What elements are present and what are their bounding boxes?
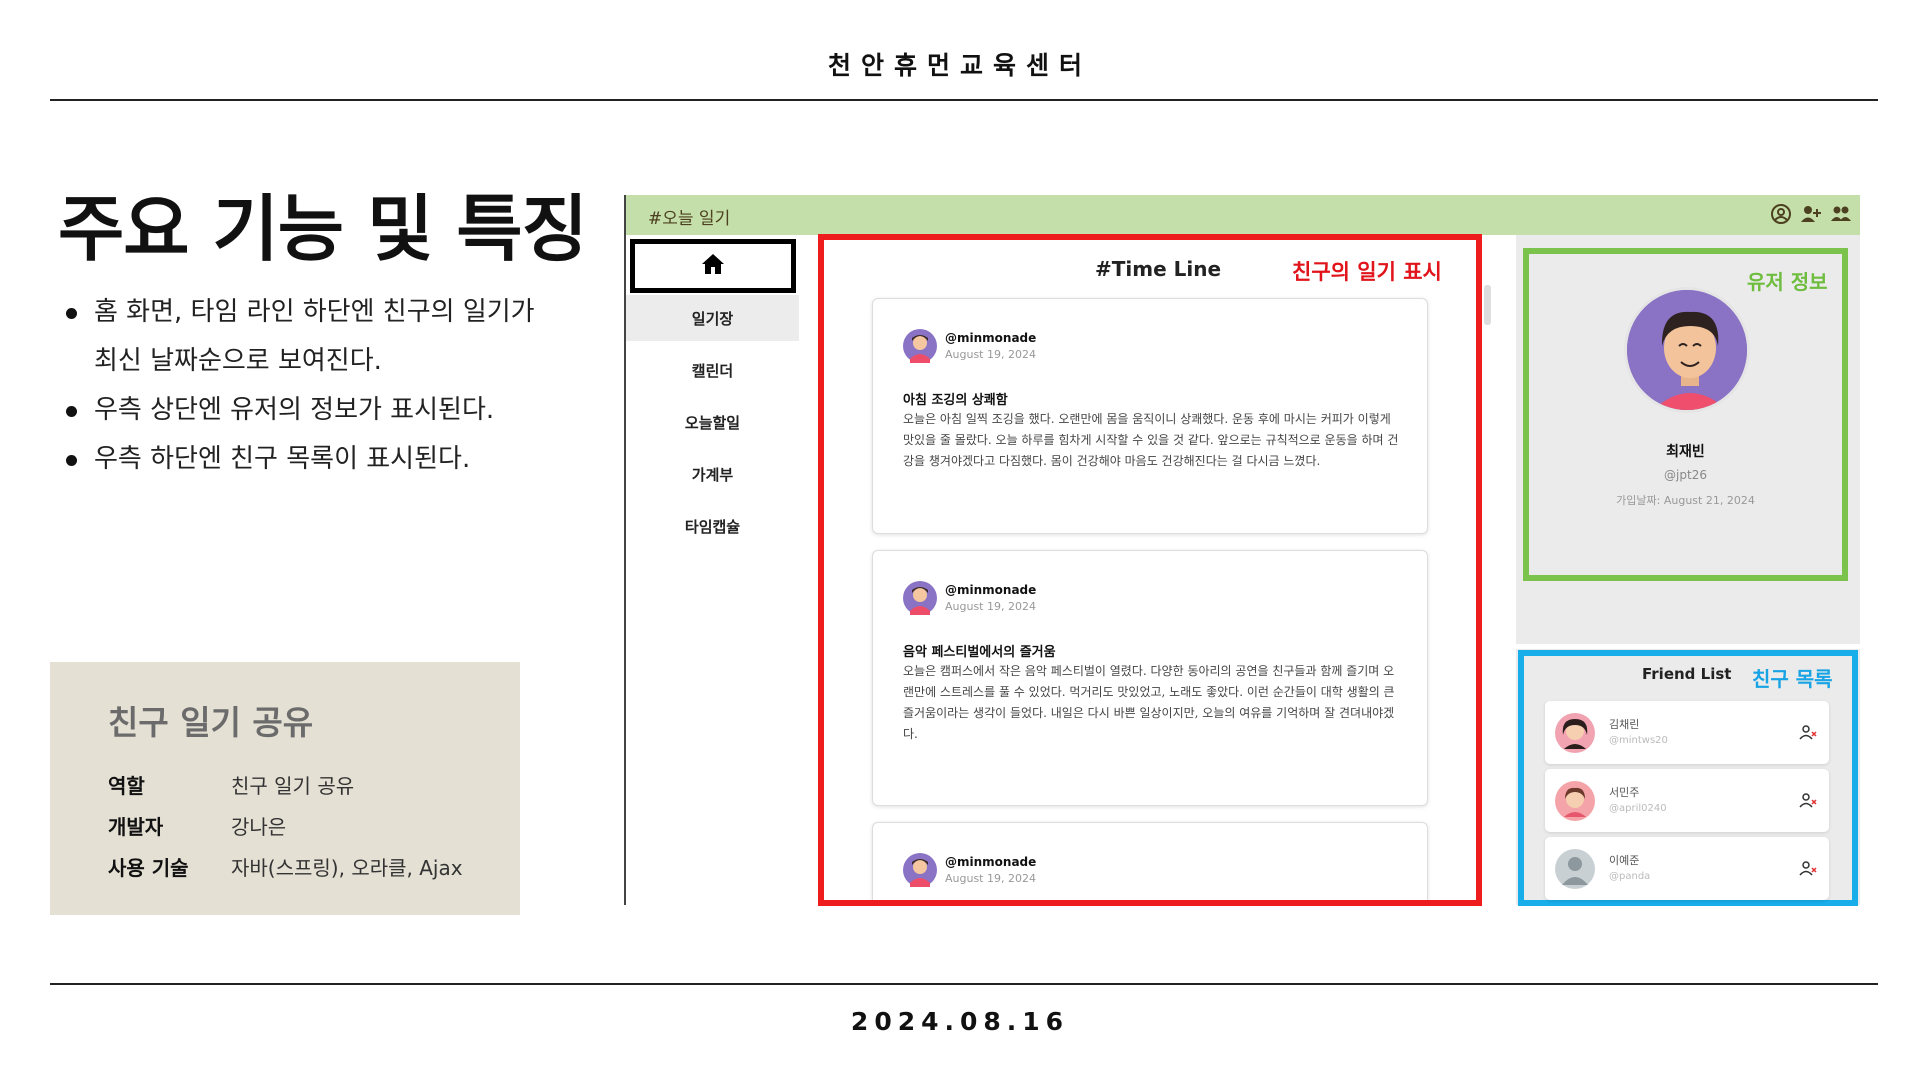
- friend-handle: @panda: [1609, 871, 1651, 882]
- users-icon[interactable]: [1830, 203, 1852, 225]
- sidebar-item-calendar[interactable]: 캘린더: [626, 347, 799, 393]
- avatar: [1555, 713, 1595, 753]
- sidebar-item-diary[interactable]: 일기장: [626, 295, 799, 341]
- info-key: 개발자: [108, 815, 164, 839]
- friend-item[interactable]: 이예준 @panda: [1545, 837, 1829, 900]
- avatar: [1555, 781, 1595, 821]
- friend-handle: @april0240: [1609, 803, 1667, 814]
- bullet-item: 우측 상단엔 유저의 정보가 표시된다.: [62, 386, 562, 435]
- avatar: [1555, 849, 1595, 889]
- info-value: 강나은: [231, 815, 287, 839]
- profile-avatar[interactable]: [1624, 287, 1750, 413]
- bullet-item: 홈 화면, 타임 라인 하단엔 친구의 일기가 최신 날짜순으로 보여진다.: [62, 288, 562, 386]
- profile-circle-icon[interactable]: [1770, 203, 1792, 225]
- info-box: 친구 일기 공유 역할 친구 일기 공유 개발자 강나은 사용 기술 자바(스프…: [50, 662, 520, 915]
- info-key: 사용 기술: [108, 856, 189, 880]
- friend-name: 이예준: [1609, 854, 1640, 867]
- friend-item[interactable]: 서민주 @april0240: [1545, 769, 1829, 832]
- sidebar-item-budget[interactable]: 가계부: [626, 451, 799, 497]
- remove-friend-icon[interactable]: [1799, 791, 1817, 809]
- header-icon-group: [1770, 203, 1852, 225]
- sidebar-item-timecapsule[interactable]: 타임캡슐: [626, 503, 799, 549]
- bottom-divider: [50, 983, 1878, 985]
- home-icon: [701, 253, 725, 279]
- friend-handle: @mintws20: [1609, 735, 1668, 746]
- friend-list-annotation: 친구 목록: [1752, 667, 1833, 691]
- info-title: 친구 일기 공유: [108, 703, 314, 742]
- app-logo[interactable]: #오늘 일기: [648, 204, 730, 229]
- feature-bullet-list: 홈 화면, 타임 라인 하단엔 친구의 일기가 최신 날짜순으로 보여진다. 우…: [62, 288, 562, 484]
- friend-name: 서민주: [1609, 786, 1640, 799]
- friend-panel-top: [1516, 644, 1860, 649]
- sidebar-item-todo[interactable]: 오늘할일: [626, 399, 799, 445]
- timeline-scrollbar[interactable]: [1484, 285, 1491, 325]
- top-divider: [50, 99, 1878, 101]
- user-handle: @jpt26: [1664, 468, 1707, 482]
- info-row-developer: 개발자 강나은: [108, 807, 520, 848]
- user-join-date: 가입날짜: August 21, 2024: [1616, 494, 1755, 507]
- info-row-tech: 사용 기술 자바(스프링), 오라클, Ajax: [108, 848, 520, 889]
- info-value: 자바(스프링), 오라클, Ajax: [231, 856, 463, 880]
- remove-friend-icon[interactable]: [1799, 859, 1817, 877]
- friend-item[interactable]: 김채린 @mintws20: [1545, 701, 1829, 764]
- friend-list-title: Friend List: [1642, 665, 1732, 683]
- add-user-icon[interactable]: [1800, 203, 1822, 225]
- user-info-annotation: 유저 정보: [1747, 270, 1828, 294]
- timeline-highlight-frame: [818, 234, 1482, 906]
- org-title: 천안휴먼교육센터: [827, 51, 1092, 80]
- friend-name: 김채린: [1609, 718, 1640, 731]
- app-header: #오늘 일기: [626, 195, 1860, 235]
- user-name: 최재빈: [1666, 444, 1705, 460]
- remove-friend-icon[interactable]: [1799, 723, 1817, 741]
- bullet-item: 우측 하단엔 친구 목록이 표시된다.: [62, 435, 562, 484]
- info-key: 역할: [108, 774, 145, 798]
- slide-heading: 주요 기능 및 특징: [58, 187, 588, 271]
- sidebar-nav: 일기장 캘린더 오늘할일 가계부 타임캡슐: [626, 235, 799, 905]
- info-value: 친구 일기 공유: [231, 774, 355, 798]
- info-row-role: 역할 친구 일기 공유: [108, 766, 520, 807]
- home-button[interactable]: [630, 239, 796, 293]
- slide-date: 2024.08.16: [850, 1007, 1070, 1036]
